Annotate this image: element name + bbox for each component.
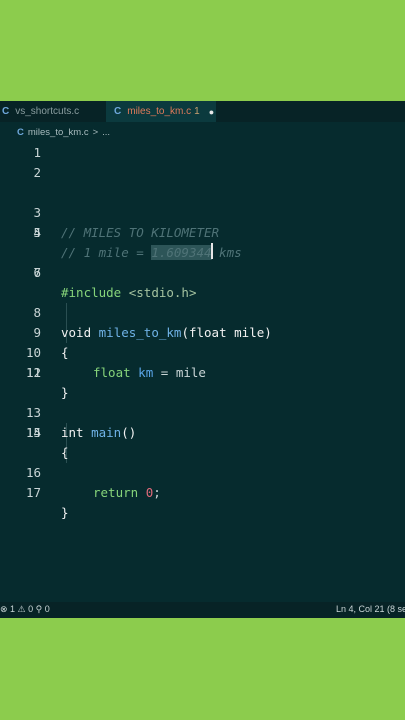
code-line: 16 return 0; — [0, 443, 405, 500]
code-line: 14 { — [0, 403, 405, 460]
code-line: 2 — [0, 163, 405, 183]
code-line: 10 float km = mile — [0, 323, 405, 380]
tab-label: vs_shortcuts.c — [15, 106, 80, 117]
chevron-right-icon: > — [92, 126, 99, 138]
code-line: 9 { — [0, 303, 405, 360]
code-line: 4 // 1 mile = 1.609344 kms — [0, 203, 405, 260]
line-number: 15 — [25, 425, 41, 440]
code-line: 1 — [0, 143, 405, 163]
problem-count-badge: 1 — [194, 106, 200, 117]
cursor-position-status[interactable]: Ln 4, Col 21 (8 se — [336, 604, 405, 614]
code-line: 11 } — [0, 343, 405, 400]
code-line: 3 // MILES TO KILOMETER — [0, 183, 405, 240]
tab-vs-shortcuts[interactable]: C vs_shortcuts.c — [0, 101, 104, 122]
tab-label: miles_to_km.c — [127, 106, 192, 117]
status-bar: ⊗ 1 ⚠ 0 ⚲ 0 Ln 4, Col 21 (8 se — [0, 602, 405, 618]
code-line: 13 int main() — [0, 383, 405, 440]
breadcrumb-symbol[interactable]: ... — [102, 127, 110, 138]
breadcrumb-file[interactable]: miles_to_km.c — [28, 127, 89, 138]
tab-bar: C vs_shortcuts.c C miles_to_km.c 1 ● — [0, 101, 405, 122]
code-line: 15 — [0, 423, 405, 443]
tab-miles-to-km[interactable]: C miles_to_km.c 1 ● — [106, 101, 216, 122]
code-line: 7 — [0, 263, 405, 283]
c-file-icon: C — [17, 126, 24, 138]
line-number: 5 — [33, 225, 41, 240]
line-number: 1 — [33, 145, 41, 160]
line-number: 7 — [33, 265, 41, 280]
semicolon: ; — [153, 485, 161, 500]
brace: } — [61, 505, 69, 520]
code-line: 5 — [0, 223, 405, 243]
code-editor: C vs_shortcuts.c C miles_to_km.c 1 ● C m… — [0, 101, 405, 618]
return-statement: return 0; — [93, 483, 161, 503]
line-number: 2 — [33, 165, 41, 180]
problems-status[interactable]: ⊗ 1 ⚠ 0 ⚲ 0 — [0, 604, 50, 615]
line-number: 17 — [25, 485, 41, 500]
c-file-icon: C — [2, 106, 10, 117]
unsaved-dot-icon[interactable]: ● — [209, 107, 214, 117]
c-file-icon: C — [114, 106, 122, 117]
keyword: return — [93, 485, 139, 500]
breadcrumb: C miles_to_km.c > ... — [0, 122, 405, 142]
code-line: 17 } — [0, 463, 405, 520]
code-line: 12 — [0, 363, 405, 383]
code-line: 6 #include <stdio.h> — [0, 243, 405, 300]
line-number: 12 — [25, 365, 41, 380]
code-line: 8 void miles_to_km(float mile) — [0, 283, 405, 340]
